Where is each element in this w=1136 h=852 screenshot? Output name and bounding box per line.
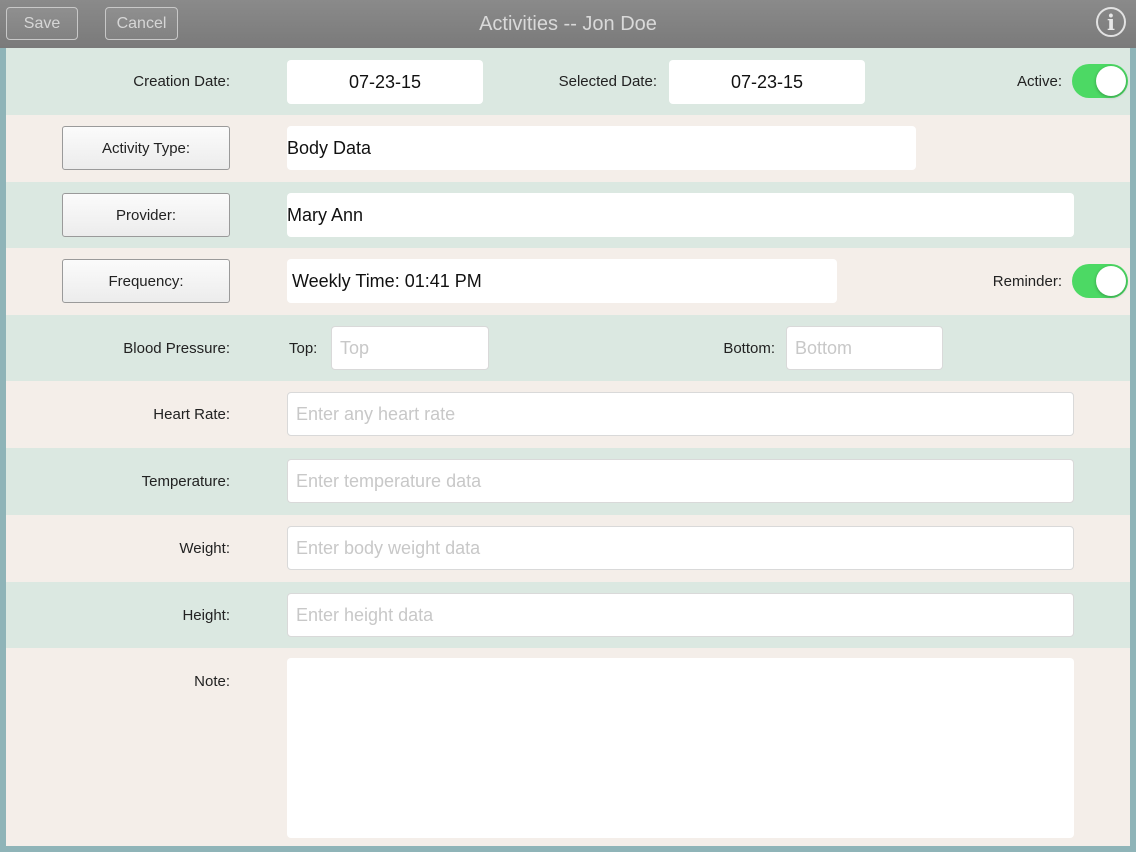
- frequency-button[interactable]: Frequency:: [62, 259, 230, 303]
- height-label: Height:: [182, 607, 230, 624]
- note-row: Note:: [6, 648, 1130, 846]
- temperature-row: Temperature:: [6, 448, 1130, 515]
- provider-row: Provider: Mary Ann: [6, 182, 1130, 248]
- activity-type-value: Body Data: [287, 137, 372, 158]
- bp-bottom-label: Bottom:: [723, 340, 775, 357]
- reminder-toggle[interactable]: [1072, 264, 1128, 298]
- reminder-label: Reminder:: [992, 273, 1062, 290]
- activity-type-field[interactable]: Body Data: [287, 126, 916, 170]
- active-toggle[interactable]: [1072, 64, 1128, 98]
- provider-field[interactable]: Mary Ann: [287, 193, 1074, 237]
- activity-type-row: Activity Type: Body Data: [6, 115, 1130, 182]
- bp-top-label: Top:: [289, 340, 318, 357]
- frequency-row: Frequency: Weekly Time: 01:41 PM Reminde…: [6, 248, 1130, 315]
- weight-field[interactable]: [287, 526, 1074, 570]
- selected-date-field[interactable]: 07-23-15: [669, 60, 865, 104]
- navigation-bar: Save Cancel Activities -- Jon Doe i: [0, 0, 1136, 48]
- height-row: Height:: [6, 582, 1130, 648]
- activity-form: Creation Date: 07-23-15 Selected Date: 0…: [6, 48, 1130, 846]
- temperature-label: Temperature:: [141, 473, 230, 490]
- creation-date-field[interactable]: 07-23-15: [287, 60, 483, 104]
- active-label: Active:: [1016, 73, 1062, 90]
- height-field[interactable]: [287, 593, 1074, 637]
- note-label: Note:: [194, 673, 230, 690]
- toggle-knob: [1096, 66, 1126, 96]
- frequency-value: Weekly Time: 01:41 PM: [292, 270, 482, 291]
- provider-value: Mary Ann: [287, 204, 364, 225]
- bp-top-field[interactable]: [331, 326, 489, 370]
- heart-rate-row: Heart Rate:: [6, 381, 1130, 448]
- note-textarea[interactable]: [287, 658, 1074, 838]
- bp-bottom-input[interactable]: [787, 337, 942, 359]
- weight-input[interactable]: [288, 537, 1073, 559]
- blood-pressure-label: Blood Pressure:: [123, 340, 230, 357]
- note-field[interactable]: [287, 658, 1074, 838]
- provider-button[interactable]: Provider:: [62, 193, 230, 237]
- selected-date-label: Selected Date:: [558, 73, 657, 90]
- weight-row: Weight:: [6, 515, 1130, 582]
- info-icon[interactable]: i: [1096, 7, 1126, 37]
- temperature-field[interactable]: [287, 459, 1074, 503]
- bp-bottom-field[interactable]: [786, 326, 943, 370]
- page-title: Activities -- Jon Doe: [479, 12, 657, 35]
- blood-pressure-row: Blood Pressure: Top: Bottom:: [6, 315, 1130, 381]
- heart-rate-field[interactable]: [287, 392, 1074, 436]
- dates-row: Creation Date: 07-23-15 Selected Date: 0…: [6, 48, 1130, 115]
- temperature-input[interactable]: [288, 470, 1073, 492]
- heart-rate-input[interactable]: [288, 403, 1073, 425]
- height-input[interactable]: [288, 604, 1073, 626]
- toggle-knob: [1096, 266, 1126, 296]
- creation-date-label: Creation Date:: [133, 73, 230, 90]
- heart-rate-label: Heart Rate:: [153, 406, 230, 423]
- frequency-field[interactable]: Weekly Time: 01:41 PM: [287, 259, 837, 303]
- activity-type-button[interactable]: Activity Type:: [62, 126, 230, 170]
- weight-label: Weight:: [179, 540, 230, 557]
- bp-top-input[interactable]: [332, 337, 488, 359]
